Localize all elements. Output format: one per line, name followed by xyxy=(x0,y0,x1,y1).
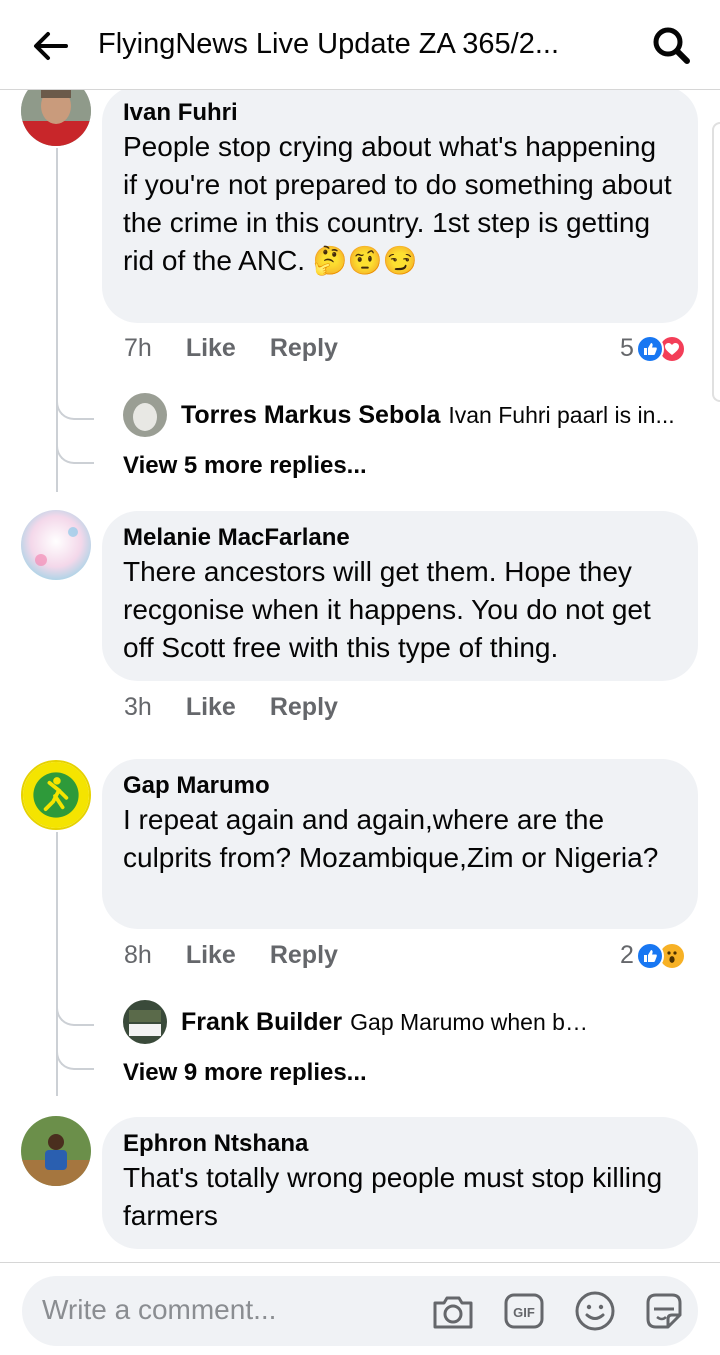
reply-button[interactable]: Reply xyxy=(270,693,338,722)
avatar[interactable] xyxy=(21,90,91,146)
reaction-count: 2 xyxy=(620,941,634,969)
comment-composer: GIF xyxy=(0,1262,720,1355)
comment-author[interactable]: Gap Marumo xyxy=(123,771,676,801)
comment-bubble[interactable]: Ivan Fuhri People stop crying about what… xyxy=(102,90,698,323)
comment-text: People stop crying about what's happenin… xyxy=(123,131,672,276)
avatar[interactable] xyxy=(21,1116,91,1186)
comment-input[interactable] xyxy=(42,1290,422,1330)
svg-text:GIF: GIF xyxy=(513,1305,535,1320)
reply-text: Ivan Fuhri paarl is in... xyxy=(448,401,675,428)
like-button[interactable]: Like xyxy=(186,941,236,970)
thread-connector xyxy=(56,430,94,464)
comment-text: There ancestors will get them. Hope they… xyxy=(123,556,651,663)
search-icon[interactable] xyxy=(650,24,692,66)
reaction-count: 5 xyxy=(620,334,634,362)
avatar[interactable] xyxy=(123,393,167,437)
comment-box[interactable]: GIF xyxy=(22,1276,698,1346)
comment-actions: 7h Like Reply xyxy=(124,334,372,363)
like-button[interactable]: Like xyxy=(186,693,236,722)
comment-bubble[interactable]: Gap Marumo I repeat again and again,wher… xyxy=(102,759,698,929)
sticker-icon[interactable] xyxy=(642,1289,686,1333)
comment-time[interactable]: 7h xyxy=(124,334,152,363)
emoji-icon[interactable] xyxy=(573,1289,617,1333)
camera-icon[interactable] xyxy=(431,1289,475,1333)
comments-feed: Ivan Fuhri People stop crying about what… xyxy=(0,90,720,1260)
reaction-summary[interactable]: 5 xyxy=(620,334,686,363)
avatar[interactable] xyxy=(21,510,91,580)
like-reaction-icon xyxy=(635,941,664,970)
view-more-replies[interactable]: View 5 more replies... xyxy=(123,452,367,480)
avatar[interactable] xyxy=(21,760,91,830)
thread-connector xyxy=(56,1036,94,1070)
comment-actions: 8h Like Reply xyxy=(124,941,372,970)
thread-connector xyxy=(56,992,94,1026)
reply-button[interactable]: Reply xyxy=(270,334,338,363)
reply-button[interactable]: Reply xyxy=(270,941,338,970)
comment-bubble[interactable]: Melanie MacFarlane There ancestors will … xyxy=(102,511,698,681)
comment-time[interactable]: 8h xyxy=(124,941,152,970)
reaction-summary[interactable]: 2 xyxy=(620,941,686,970)
gif-icon[interactable]: GIF xyxy=(502,1289,546,1333)
comment-author[interactable]: Ephron Ntshana xyxy=(123,1129,676,1159)
reply-preview[interactable]: Torres Markus Sebola Ivan Fuhri paarl is… xyxy=(123,393,675,437)
reply-author[interactable]: Torres Markus Sebola xyxy=(181,401,440,430)
like-reaction-icon xyxy=(635,334,664,363)
view-more-replies[interactable]: View 9 more replies... xyxy=(123,1059,367,1087)
comment-text: I repeat again and again,where are the c… xyxy=(123,804,659,873)
page-title: FlyingNews Live Update ZA 365/2... xyxy=(98,28,560,60)
reply-text: Gap Marumo when bob Marl... xyxy=(350,1008,600,1035)
comment-time[interactable]: 3h xyxy=(124,693,152,722)
comment-actions: 3h Like Reply xyxy=(124,693,372,722)
reply-preview[interactable]: Frank Builder Gap Marumo when bob Marl..… xyxy=(123,1000,600,1044)
reply-author[interactable]: Frank Builder xyxy=(181,1008,342,1037)
comment-text: That's totally wrong people must stop ki… xyxy=(123,1162,663,1231)
like-button[interactable]: Like xyxy=(186,334,236,363)
thread-connector xyxy=(56,386,94,420)
avatar[interactable] xyxy=(123,1000,167,1044)
top-bar: FlyingNews Live Update ZA 365/2... xyxy=(0,0,720,90)
back-arrow-icon[interactable] xyxy=(30,28,70,64)
comment-author[interactable]: Ivan Fuhri xyxy=(123,98,676,128)
comment-author[interactable]: Melanie MacFarlane xyxy=(123,523,676,553)
comment-bubble[interactable]: Ephron Ntshana That's totally wrong peop… xyxy=(102,1117,698,1249)
